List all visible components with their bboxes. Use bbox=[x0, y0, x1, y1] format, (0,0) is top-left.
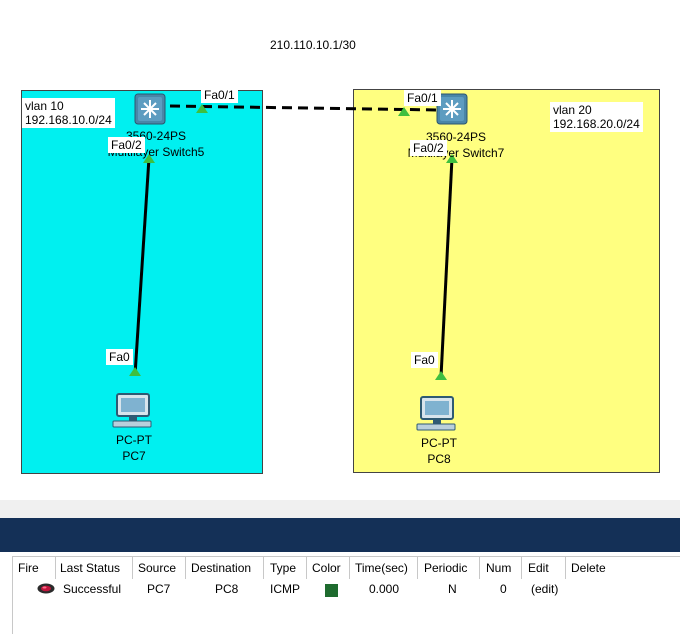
cell-color-swatch bbox=[325, 584, 338, 597]
cell-last-status: Successful bbox=[63, 582, 122, 596]
cell-type: ICMP bbox=[270, 582, 300, 596]
header-fire: Fire bbox=[18, 561, 39, 575]
cell-num: 0 bbox=[500, 582, 507, 596]
link-switch5-switch7[interactable] bbox=[169, 104, 441, 112]
vlan10-note[interactable]: vlan 10 192.168.10.0/24 bbox=[22, 98, 115, 128]
workspace-canvas[interactable]: 210.110.10.1/30 3560-24PS Multilayer Swi… bbox=[0, 0, 680, 500]
cell-source: PC7 bbox=[147, 582, 171, 596]
header-type: Type bbox=[270, 561, 297, 575]
port-label-pc7-fa0: Fa0 bbox=[106, 349, 133, 365]
vlan20-note[interactable]: vlan 20 192.168.20.0/24 bbox=[550, 102, 643, 132]
realtime-toolbar bbox=[0, 518, 680, 552]
link-switch5-pc7[interactable] bbox=[133, 157, 151, 376]
pc-icon[interactable] bbox=[112, 393, 152, 428]
vlan20-name: vlan 20 bbox=[553, 103, 592, 117]
header-periodic: Periodic bbox=[424, 561, 468, 575]
link-light-pc7-fa0 bbox=[129, 367, 141, 376]
port-label-pc8-fa0: Fa0 bbox=[411, 352, 438, 368]
multilayer-switch-icon[interactable] bbox=[436, 93, 468, 125]
pc-icon[interactable] bbox=[416, 396, 456, 431]
multilayer-switch-icon[interactable] bbox=[134, 93, 166, 125]
pc7-type-label: PC-PT bbox=[116, 433, 152, 447]
pc8-name-label: PC8 bbox=[427, 452, 451, 466]
cell-edit-link[interactable]: (edit) bbox=[531, 582, 558, 596]
header-color: Color bbox=[312, 561, 341, 575]
port-label-switch7-fa02: Fa0/2 bbox=[410, 140, 447, 156]
vlan20-network: 192.168.20.0/24 bbox=[553, 117, 640, 131]
port-label-switch5-fa01: Fa0/1 bbox=[201, 87, 238, 103]
workspace-scroll-strip bbox=[0, 500, 680, 518]
header-num: Num bbox=[486, 561, 512, 575]
port-label-switch5-fa02: Fa0/2 bbox=[108, 137, 145, 153]
header-delete: Delete bbox=[571, 561, 606, 575]
fire-status-icon[interactable] bbox=[37, 583, 55, 594]
cell-time: 0.000 bbox=[369, 582, 400, 596]
pdu-list-table: Fire Last Status Source Destination Type… bbox=[12, 556, 680, 634]
header-destination: Destination bbox=[191, 561, 252, 575]
vlan10-name: vlan 10 bbox=[25, 99, 64, 113]
header-edit: Edit bbox=[528, 561, 549, 575]
vlan10-network: 192.168.10.0/24 bbox=[25, 113, 112, 127]
header-time: Time(sec) bbox=[355, 561, 408, 575]
header-source: Source bbox=[138, 561, 177, 575]
cell-periodic: N bbox=[448, 582, 457, 596]
trunk-ip-label: 210.110.10.1/30 bbox=[270, 38, 356, 52]
link-light-pc8-fa0 bbox=[435, 371, 447, 380]
port-label-switch7-fa01: Fa0/1 bbox=[404, 90, 441, 106]
header-last-status: Last Status bbox=[60, 561, 121, 575]
pc7-name-label: PC7 bbox=[122, 449, 146, 463]
cell-destination: PC8 bbox=[215, 582, 239, 596]
link-switch7-pc8[interactable] bbox=[439, 157, 454, 378]
pc8-type-label: PC-PT bbox=[421, 436, 457, 450]
links-layer bbox=[112, 93, 468, 431]
